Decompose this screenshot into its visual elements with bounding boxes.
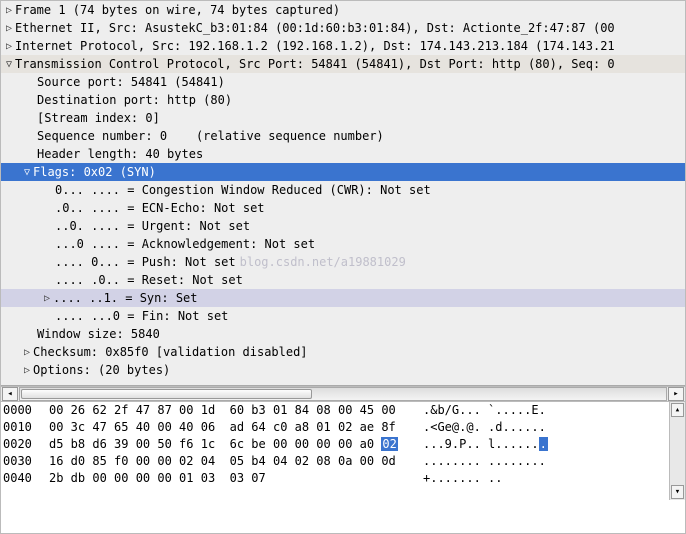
hex-ascii: .<Ge@.@. .d......: [423, 419, 546, 436]
scroll-up-icon[interactable]: ▴: [671, 403, 684, 417]
tcp-stream[interactable]: [Stream index: 0]: [1, 109, 685, 127]
tcp-win[interactable]: Window size: 5840: [1, 325, 685, 343]
ascii-highlight: .: [539, 437, 548, 451]
tree-label: Header length: 40 bytes: [37, 147, 203, 161]
tcp-checksum[interactable]: ▷ Checksum: 0x85f0 [validation disabled]: [1, 343, 685, 361]
scroll-left-icon[interactable]: ◂: [2, 387, 18, 401]
tree-label: .... .0.. = Reset: Not set: [55, 273, 243, 287]
flag-ack[interactable]: ...0 .... = Acknowledgement: Not set: [1, 235, 685, 253]
tree-ethernet[interactable]: ▷ Ethernet II, Src: AsustekC_b3:01:84 (0…: [1, 19, 685, 37]
scroll-track[interactable]: [670, 418, 685, 484]
hex-bytes: 00 3c 47 65 40 00 40 06 ad 64 c0 a8 01 0…: [49, 419, 405, 436]
hex-offset: 0000: [3, 402, 49, 419]
tree-label: .... 0... = Push: Not set: [55, 255, 236, 269]
hex-row[interactable]: 0010 00 3c 47 65 40 00 40 06 ad 64 c0 a8…: [1, 419, 685, 436]
hscrollbar[interactable]: ◂ ▸: [1, 386, 685, 402]
expander-icon[interactable]: ▷: [3, 41, 15, 52]
tcp-seq[interactable]: Sequence number: 0 (relative sequence nu…: [1, 127, 685, 145]
tree-label: Destination port: http (80): [37, 93, 232, 107]
tcp-flags[interactable]: ▽ Flags: 0x02 (SYN): [1, 163, 685, 181]
hex-row[interactable]: 0020 d5 b8 d6 39 00 50 f6 1c 6c be 00 00…: [1, 436, 685, 453]
expander-icon[interactable]: ▷: [21, 365, 33, 376]
hex-offset: 0010: [3, 419, 49, 436]
tcp-dstport[interactable]: Destination port: http (80): [1, 91, 685, 109]
expander-icon[interactable]: ▽: [21, 167, 33, 178]
flag-syn[interactable]: ▷ .... ..1. = Syn: Set: [1, 289, 685, 307]
hex-bytes: 2b db 00 00 00 00 01 03 03 07: [49, 470, 405, 487]
expander-icon[interactable]: ▽: [3, 59, 15, 70]
tree-label: .... ..1. = Syn: Set: [53, 291, 198, 305]
tree-label: Transmission Control Protocol, Src Port:…: [15, 57, 615, 71]
tree-label: Sequence number: 0 (relative sequence nu…: [37, 129, 384, 143]
scroll-down-icon[interactable]: ▾: [671, 485, 684, 499]
expander-icon[interactable]: ▷: [3, 5, 15, 16]
watermark: blog.csdn.net/a19881029: [240, 255, 406, 269]
tree-label: Internet Protocol, Src: 192.168.1.2 (192…: [15, 39, 615, 53]
hex-ascii: +....... ..: [423, 470, 502, 487]
hex-offset: 0040: [3, 470, 49, 487]
hex-ascii: .&b/G... `.....E.: [423, 402, 546, 419]
packet-details-pane: ▷ Frame 1 (74 bytes on wire, 74 bytes ca…: [1, 1, 685, 386]
hex-bytes: 16 d0 85 f0 00 00 02 04 05 b4 04 02 08 0…: [49, 453, 405, 470]
expander-icon[interactable]: ▷: [3, 23, 15, 34]
vscrollbar[interactable]: ▴ ▾: [669, 402, 685, 500]
tree-label: Window size: 5840: [37, 327, 160, 341]
tree-frame[interactable]: ▷ Frame 1 (74 bytes on wire, 74 bytes ca…: [1, 1, 685, 19]
flag-rst[interactable]: .... .0.. = Reset: Not set: [1, 271, 685, 289]
tree-label: Frame 1 (74 bytes on wire, 74 bytes capt…: [15, 3, 340, 17]
tree-label: .... ...0 = Fin: Not set: [55, 309, 228, 323]
flag-psh[interactable]: .... 0... = Push: Not set blog.csdn.net/…: [1, 253, 685, 271]
hex-highlight: 02: [381, 437, 397, 451]
hex-row[interactable]: 0040 2b db 00 00 00 00 01 03 03 07 +....…: [1, 470, 685, 487]
tree-tcp[interactable]: ▽ Transmission Control Protocol, Src Por…: [1, 55, 685, 73]
expander-icon[interactable]: ▷: [21, 347, 33, 358]
tree-label: .0.. .... = ECN-Echo: Not set: [55, 201, 265, 215]
tree-label: ...0 .... = Acknowledgement: Not set: [55, 237, 315, 251]
hex-offset: 0020: [3, 436, 49, 453]
packet-bytes-pane: 0000 00 26 62 2f 47 87 00 1d 60 b3 01 84…: [1, 402, 685, 500]
tree-label: ..0. .... = Urgent: Not set: [55, 219, 250, 233]
tree-label: Checksum: 0x85f0 [validation disabled]: [33, 345, 308, 359]
hex-row[interactable]: 0000 00 26 62 2f 47 87 00 1d 60 b3 01 84…: [1, 402, 685, 419]
tcp-srcport[interactable]: Source port: 54841 (54841): [1, 73, 685, 91]
scroll-thumb[interactable]: [21, 389, 312, 399]
flag-fin[interactable]: .... ...0 = Fin: Not set: [1, 307, 685, 325]
tree-label: Options: (20 bytes): [33, 363, 170, 377]
hex-ascii: ...9.P.. l.......: [423, 436, 548, 453]
tcp-hdrlen[interactable]: Header length: 40 bytes: [1, 145, 685, 163]
tree-label: [Stream index: 0]: [37, 111, 160, 125]
flag-urg[interactable]: ..0. .... = Urgent: Not set: [1, 217, 685, 235]
flag-cwr[interactable]: 0... .... = Congestion Window Reduced (C…: [1, 181, 685, 199]
hex-bytes: d5 b8 d6 39 00 50 f6 1c 6c be 00 00 00 0…: [49, 436, 405, 453]
tree-label: 0... .... = Congestion Window Reduced (C…: [55, 183, 431, 197]
tree-label: Ethernet II, Src: AsustekC_b3:01:84 (00:…: [15, 21, 615, 35]
scroll-track[interactable]: [19, 387, 667, 401]
hex-ascii: ........ ........: [423, 453, 546, 470]
scroll-right-icon[interactable]: ▸: [668, 387, 684, 401]
hex-bytes: 00 26 62 2f 47 87 00 1d 60 b3 01 84 08 0…: [49, 402, 405, 419]
hex-row[interactable]: 0030 16 d0 85 f0 00 00 02 04 05 b4 04 02…: [1, 453, 685, 470]
tree-ip[interactable]: ▷ Internet Protocol, Src: 192.168.1.2 (1…: [1, 37, 685, 55]
expander-icon[interactable]: ▷: [41, 293, 53, 304]
tree-label: Source port: 54841 (54841): [37, 75, 225, 89]
tree-label: Flags: 0x02 (SYN): [33, 165, 156, 179]
hex-offset: 0030: [3, 453, 49, 470]
flag-ecn[interactable]: .0.. .... = ECN-Echo: Not set: [1, 199, 685, 217]
tcp-options[interactable]: ▷ Options: (20 bytes): [1, 361, 685, 379]
